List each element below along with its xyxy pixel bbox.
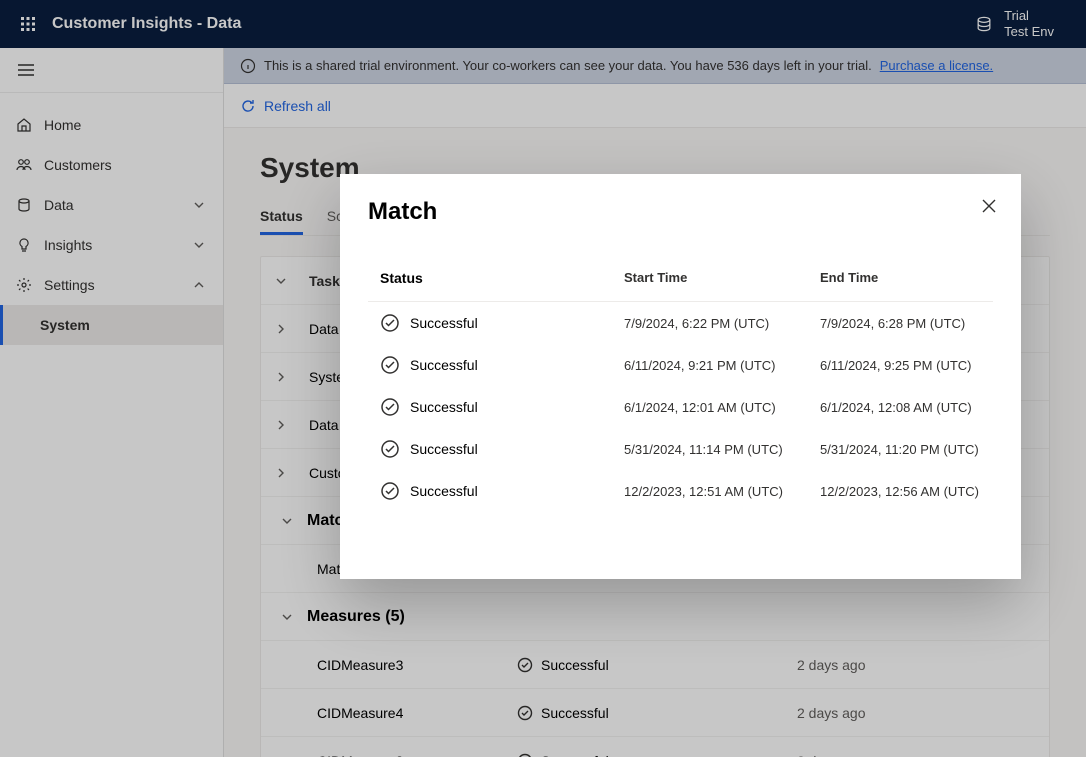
check-circle-icon: [380, 313, 400, 333]
modal-row: Successful6/11/2024, 9:21 PM (UTC)6/11/2…: [368, 344, 993, 386]
modal-table-header: Status Start Time End Time: [368, 254, 993, 302]
check-circle-icon: [380, 355, 400, 375]
modal-row: Successful5/31/2024, 11:14 PM (UTC)5/31/…: [368, 428, 993, 470]
modal-row: Successful6/1/2024, 12:01 AM (UTC)6/1/20…: [368, 386, 993, 428]
modal-row: Successful7/9/2024, 6:22 PM (UTC)7/9/202…: [368, 302, 993, 344]
match-modal: Match Status Start Time End Time Success…: [340, 174, 1021, 579]
check-circle-icon: [380, 439, 400, 459]
close-button[interactable]: [979, 196, 999, 216]
check-circle-icon: [380, 397, 400, 417]
close-icon: [979, 196, 999, 216]
check-circle-icon: [380, 481, 400, 501]
modal-row: Successful12/2/2023, 12:51 AM (UTC)12/2/…: [368, 470, 993, 512]
modal-title: Match: [368, 198, 993, 226]
